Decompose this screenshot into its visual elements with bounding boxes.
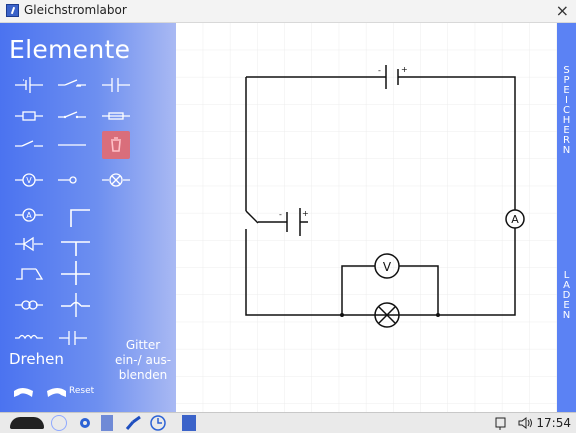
- t-wire-tool-icon[interactable]: [61, 232, 91, 256]
- trash-icon: [111, 137, 121, 152]
- rotate-label: Drehen: [9, 350, 64, 368]
- running-app-icon[interactable]: [182, 415, 196, 431]
- circuit-diagram[interactable]: - + - + A V: [176, 23, 557, 412]
- left-battery-minus: -: [279, 210, 282, 219]
- black-app-icon[interactable]: [10, 417, 44, 429]
- switch-open-tool-icon[interactable]: [57, 73, 87, 97]
- broom-icon[interactable]: [124, 415, 142, 431]
- junction-left: [340, 313, 344, 317]
- rotate-right-icon[interactable]: [44, 383, 68, 399]
- voltmeter-tool-icon[interactable]: V: [14, 168, 44, 192]
- app-icon: [6, 4, 19, 17]
- save-button[interactable]: SPEICHERN: [557, 66, 576, 156]
- junction-right: [436, 313, 440, 317]
- gear-icon[interactable]: [77, 415, 93, 431]
- close-button[interactable]: ×: [556, 1, 569, 20]
- wire-tool-icon[interactable]: [57, 133, 87, 157]
- sidebar-title: Elemente: [9, 35, 131, 64]
- fuse-tool-icon[interactable]: [101, 104, 131, 128]
- voltmeter-letter: V: [383, 260, 392, 274]
- switch-closed-tool-icon[interactable]: [57, 104, 87, 128]
- load-button[interactable]: LADEN: [557, 271, 576, 321]
- right-panel: SPEICHERN LADEN: [557, 23, 576, 412]
- transistor-tool-icon[interactable]: [14, 261, 44, 285]
- capacitor-tool-icon[interactable]: [101, 73, 131, 97]
- circuit-canvas[interactable]: - + - + A V: [176, 23, 557, 412]
- corner-wire-tool-icon[interactable]: [61, 203, 91, 227]
- coil-tool-icon[interactable]: [14, 326, 44, 350]
- battery-tool-icon[interactable]: [14, 73, 44, 97]
- grid-toggle-button[interactable]: Gitter ein-/ aus- blenden: [112, 338, 174, 383]
- diode-tool-icon[interactable]: [14, 232, 44, 256]
- taskbar-clock: 17:54: [536, 416, 571, 430]
- switch-tool-icon[interactable]: [14, 133, 44, 157]
- clock-icon[interactable]: [149, 415, 167, 431]
- window-title: Gleichstromlabor: [24, 3, 127, 17]
- reset-button[interactable]: Reset: [69, 386, 94, 396]
- taskbar: 17:54: [0, 412, 576, 433]
- resistor-tool-icon[interactable]: [14, 104, 44, 128]
- svg-text:A: A: [26, 211, 32, 220]
- svg-text:V: V: [26, 176, 32, 185]
- top-battery-plus: +: [401, 65, 408, 74]
- ammeter-letter: A: [511, 213, 519, 226]
- network-icon[interactable]: [495, 415, 509, 431]
- variable-capacitor-tool-icon[interactable]: [58, 326, 88, 350]
- window-titlebar: Gleichstromlabor ×: [0, 0, 576, 23]
- search-icon[interactable]: [51, 415, 67, 431]
- motor-tool-icon[interactable]: [14, 293, 44, 317]
- lamp-tool-icon[interactable]: [101, 168, 131, 192]
- rotate-left-icon[interactable]: [12, 383, 36, 399]
- terminal-tool-icon[interactable]: [57, 168, 87, 192]
- volume-icon[interactable]: [516, 415, 534, 431]
- cross-wire-tool-icon[interactable]: [61, 261, 91, 285]
- element-sidebar: Elemente V A Drehen Reset Gitter ein-/ a…: [0, 23, 176, 412]
- calculator-icon[interactable]: [101, 415, 113, 431]
- trash-button[interactable]: [102, 131, 130, 159]
- crossing-tool-icon[interactable]: [61, 293, 91, 317]
- left-battery-plus: +: [302, 209, 309, 218]
- ammeter-tool-icon[interactable]: A: [14, 203, 44, 227]
- top-battery-minus: -: [378, 66, 381, 75]
